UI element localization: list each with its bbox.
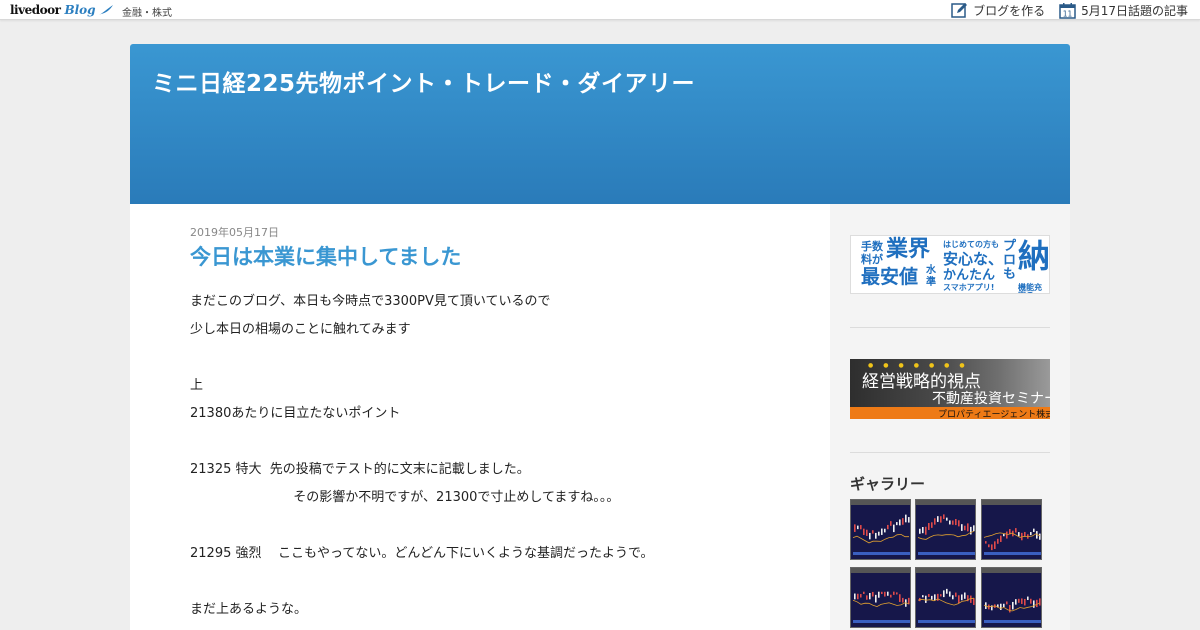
post-body-line: 21295 強烈 ここもやってない。どんどん下にいくような基調だったようで。 <box>190 546 654 561</box>
gallery-thumbnail[interactable] <box>981 499 1042 560</box>
post-body-line <box>190 572 810 600</box>
post-body-line: 21380あたりに目立たないポイント <box>190 406 401 421</box>
sidebar-divider <box>850 327 1050 328</box>
sidebar-divider <box>850 452 1050 453</box>
ad1-text: ロ <box>1003 253 1017 268</box>
ad1-text: 準 <box>926 277 936 288</box>
post-body-line: 21325 特大 先の投稿でテスト的に文末に記載しました。 <box>190 462 530 477</box>
post-body-line: まだこのブログ、本日も今時点で3300PV見て頂いているので <box>190 294 551 309</box>
top-bar-links: ブログを作る 11 5月17日話題の記事 <box>951 1 1188 19</box>
ad1-text: 業界 <box>886 237 931 262</box>
post-date: 2019年05月17日 <box>190 226 279 239</box>
logo-livedoor-text: livedoor <box>10 3 61 17</box>
ad1-text: 安心な、 <box>943 250 1004 268</box>
ad1-text: 料が <box>861 253 883 266</box>
post-body-line: 上 <box>190 378 204 393</box>
post-body-line <box>190 432 810 460</box>
post-body-line: 少し本日の相場のことに触れてみます <box>190 322 411 337</box>
ad1-text: スマホアプリ! <box>943 283 995 292</box>
ad2-sub-text: 不動産投資セミナー <box>932 391 1050 407</box>
sidebar-ad-brokerage[interactable]: 手数 料が 業界 最安値 水 準 はじめての方も 安心な、 かんたん スマホアプ… <box>850 235 1050 294</box>
gallery-thumbnail[interactable] <box>915 499 976 560</box>
sidebar-ad-seminar[interactable]: ●●●●●●● 経営戦略的視点 不動産投資セミナー プロパティエージェント株式会… <box>850 359 1050 419</box>
ad1-text: プ <box>1003 239 1017 254</box>
blog-category-link[interactable]: 金融・株式 <box>122 4 172 19</box>
ad1-text: も <box>1003 267 1017 282</box>
post-body-line: その影響か不明ですが、21300で寸止めしてますね。。。 <box>190 490 620 505</box>
ad1-text: 機能充実の <box>1018 283 1042 294</box>
feather-icon <box>98 5 113 15</box>
post-body-line <box>190 348 810 376</box>
sidebar: 手数 料が 業界 最安値 水 準 はじめての方も 安心な、 かんたん スマホアプ… <box>830 204 1070 630</box>
blog-title[interactable]: ミニ日経225先物ポイント・トレード・ダイアリー <box>152 64 695 98</box>
post-body-line: まだ上あるような。 <box>190 602 308 617</box>
calendar-icon: 11 <box>1059 2 1076 19</box>
logo-blog-text: Blog <box>64 3 96 17</box>
ad1-text: 手数 <box>861 240 883 253</box>
ad1-text: 最安値 <box>861 266 919 288</box>
post-body: まだこのブログ、本日も今時点で3300PV見て頂いているので 少し本日の相場のこと… <box>190 292 810 628</box>
ad1-text: はじめての方も <box>943 240 999 249</box>
ad2-company-text: プロパティエージェント株式会社 <box>938 410 1050 419</box>
ad1-text: かんたん <box>943 268 996 283</box>
gallery-thumbnail[interactable] <box>850 499 911 560</box>
livedoor-blog-logo[interactable]: livedoor Blog <box>10 2 114 18</box>
topic-articles-label: 5月17日話題の記事 <box>1081 3 1188 18</box>
global-top-bar: livedoor Blog 金融・株式 ブログを作る 11 5月17日話題の記事 <box>0 0 1200 20</box>
ad2-company-bar: プロパティエージェント株式会社 <box>850 407 1050 419</box>
create-blog-link[interactable]: ブログを作る <box>951 2 1045 19</box>
post-body-line <box>190 516 810 544</box>
main-content: 2019年05月17日 今日は本業に集中してました まだこのブログ、本日も今時点… <box>130 204 830 630</box>
ad1-text: 納 <box>1018 237 1050 275</box>
gallery-title: ギャラリー <box>850 475 926 493</box>
blog-container: ミニ日経225先物ポイント・トレード・ダイアリー 2019年05月17日 今日は… <box>130 44 1070 630</box>
gallery-thumbnail[interactable] <box>981 567 1042 628</box>
edit-icon <box>951 2 968 18</box>
gallery-thumbnail[interactable] <box>850 567 911 628</box>
ad1-text: 水 <box>926 265 936 276</box>
create-blog-label: ブログを作る <box>973 3 1046 18</box>
topic-articles-link[interactable]: 11 5月17日話題の記事 <box>1059 2 1188 19</box>
blog-header: ミニ日経225先物ポイント・トレード・ダイアリー <box>130 44 1070 204</box>
gallery-thumbnail[interactable] <box>915 567 976 628</box>
post-title[interactable]: 今日は本業に集中してました <box>190 241 461 271</box>
calendar-day: 11 <box>1063 9 1073 18</box>
